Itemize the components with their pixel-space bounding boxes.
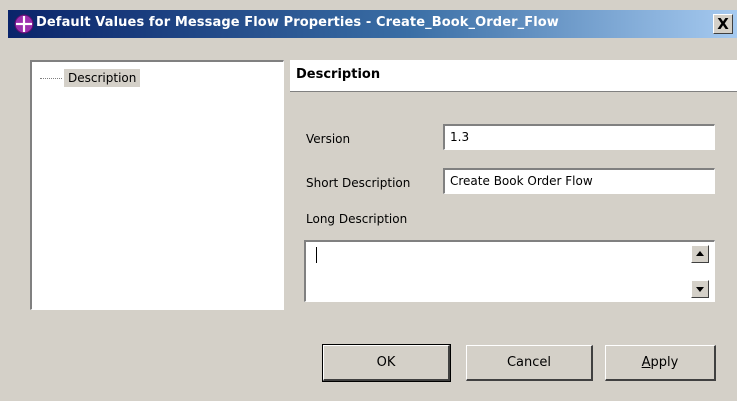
- version-label: Version: [306, 132, 351, 146]
- arrow-up-icon: [696, 251, 704, 256]
- tree-item-label: Description: [64, 69, 141, 87]
- window-title: Default Values for Message Flow Properti…: [36, 15, 559, 30]
- version-field[interactable]: 1.3: [443, 124, 715, 150]
- title-bar[interactable]: Default Values for Message Flow Properti…: [8, 10, 737, 38]
- tree-connector-line: [40, 77, 62, 79]
- scroll-up-button[interactable]: [691, 245, 709, 263]
- section-title: Description: [296, 67, 381, 82]
- tree-panel: Description: [30, 60, 284, 310]
- apply-button[interactable]: Apply: [605, 345, 716, 381]
- cancel-button[interactable]: Cancel: [466, 345, 593, 381]
- message-flow-icon: [14, 14, 34, 34]
- apply-button-label: pply: [650, 355, 679, 370]
- arrow-down-icon: [696, 287, 704, 292]
- dialog-window: Default Values for Message Flow Properti…: [0, 0, 737, 401]
- cancel-button-label: Cancel: [506, 355, 552, 370]
- close-icon: X: [717, 15, 729, 33]
- scroll-down-button[interactable]: [691, 280, 709, 298]
- close-button[interactable]: X: [713, 14, 733, 34]
- long-description-label: Long Description: [306, 212, 408, 226]
- properties-header: Description: [290, 60, 737, 92]
- ok-button-label: OK: [376, 355, 396, 370]
- tree-item-description[interactable]: Description: [40, 68, 141, 88]
- apply-mnemonic: A: [641, 355, 651, 370]
- text-caret: [316, 247, 317, 263]
- short-description-label: Short Description: [306, 176, 411, 190]
- long-description-textarea[interactable]: [304, 240, 715, 302]
- ok-button[interactable]: OK: [322, 344, 451, 382]
- short-description-field[interactable]: Create Book Order Flow: [443, 168, 715, 194]
